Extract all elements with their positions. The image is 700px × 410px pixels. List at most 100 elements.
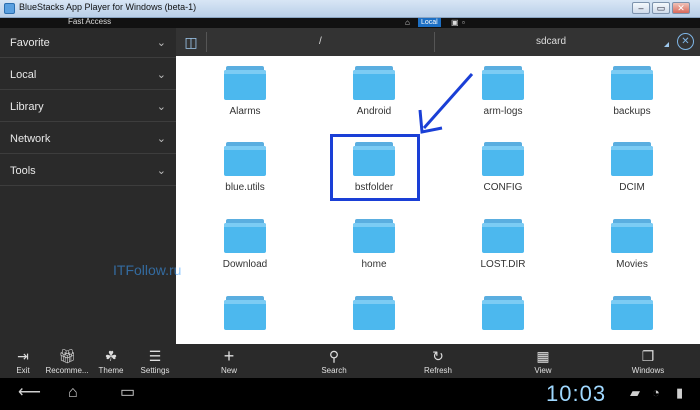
folder-icon (353, 219, 395, 253)
folder-name: Movies (616, 259, 648, 270)
network-status-icon: ▫ (462, 18, 465, 27)
storage-toggle-icon[interactable]: ◫ (182, 33, 200, 51)
folder-item[interactable]: backups (577, 56, 687, 132)
folder-icon (482, 219, 524, 253)
folder-item[interactable]: Download (190, 209, 300, 285)
path-root-segment[interactable]: / (319, 36, 322, 47)
folder-name: backups (613, 106, 651, 117)
folder-item[interactable]: LOST.DIR (448, 209, 558, 285)
sidebar: Favorite ⌄ Local ⌄ Library ⌄ Network ⌄ T… (0, 28, 176, 344)
restore-button[interactable]: ▭ (652, 2, 670, 14)
view-button[interactable]: ▦ View (524, 344, 562, 378)
wifi-icon: ◔ (652, 385, 660, 400)
folder-icon (611, 219, 653, 253)
sidebar-item-local[interactable]: Local ⌄ (0, 60, 176, 90)
fast-access-label: Fast Access (68, 17, 112, 26)
search-button[interactable]: ⚲ Search (314, 344, 354, 378)
battery-icon: ▮ (676, 385, 684, 400)
folder-name: CONFIG (483, 182, 523, 193)
palette-icon: ☘ (104, 348, 118, 364)
folder-icon (482, 142, 524, 176)
home-status-icon: ⌂ (405, 18, 410, 27)
path-bar: ◫ / sdcard ✕ (176, 28, 700, 56)
bluestacks-app-icon (4, 3, 15, 14)
android-status-bar: Fast Access ⌂ Local ▣ ▫ (0, 17, 700, 28)
folder-name: Download (222, 259, 268, 270)
signal-icon: ▰ (630, 385, 640, 400)
path-separator (434, 32, 435, 52)
clock: 10:03 (546, 381, 607, 406)
folder-item[interactable]: blue.utils (190, 132, 300, 208)
folder-icon (482, 66, 524, 100)
folder-item[interactable] (319, 286, 429, 344)
exit-button[interactable]: ⇥ Exit (6, 344, 40, 378)
local-badge: Local (418, 18, 441, 27)
back-icon[interactable]: ⟵ (18, 384, 41, 402)
chevron-down-icon: ⌄ (156, 37, 166, 49)
sdcard-status-icon: ▣ (451, 18, 459, 27)
sliders-icon: ☰ (148, 348, 162, 364)
sidebar-item-label: Network (10, 133, 51, 145)
chevron-down-icon: ⌄ (156, 101, 166, 113)
path-dropdown-corner-icon[interactable] (664, 42, 669, 47)
folder-icon (224, 219, 266, 253)
android-nav-bar: ⟵ ⌂ ▭ 10:03 ▰ ◔ ▮ (0, 378, 700, 410)
bottom-toolbar: ⇥ Exit 🎁︎ Recomme... ☘ Theme ☰ Settings + New… (0, 344, 700, 378)
sidebar-item-library[interactable]: Library ⌄ (0, 92, 176, 122)
gift-icon: 🎁︎ (58, 348, 76, 364)
chevron-down-icon: ⌄ (156, 165, 166, 177)
folder-item[interactable]: Alarms (190, 56, 300, 132)
sidebar-item-tools[interactable]: Tools ⌄ (0, 156, 176, 186)
minimize-button[interactable]: – (632, 2, 650, 14)
path-current-segment[interactable]: sdcard (536, 36, 566, 47)
recommend-button[interactable]: 🎁︎ Recomme... (44, 344, 90, 378)
windows-button[interactable]: ❐ Windows (626, 344, 670, 378)
watermark-text: ITFollow.ru (113, 262, 182, 278)
sidebar-item-label: Local (10, 69, 37, 81)
folder-name: blue.utils (225, 182, 265, 193)
annotation-highlight-box (330, 134, 420, 201)
folder-item[interactable] (577, 286, 687, 344)
theme-button[interactable]: ☘ Theme (94, 344, 128, 378)
folder-item[interactable] (190, 286, 300, 344)
folder-icon (611, 142, 653, 176)
new-button[interactable]: + New (210, 344, 248, 378)
folder-item[interactable] (448, 286, 558, 344)
sidebar-item-label: Favorite (10, 37, 50, 49)
grid-view-icon: ▦ (536, 348, 550, 364)
path-separator (206, 32, 207, 52)
chevron-down-icon: ⌄ (156, 133, 166, 145)
folder-icon (224, 66, 266, 100)
close-path-icon[interactable]: ✕ (677, 33, 694, 50)
folder-icon (611, 66, 653, 100)
folder-icon (353, 66, 395, 100)
folder-item[interactable]: CONFIG (448, 132, 558, 208)
window-titlebar: BlueStacks App Player for Windows (beta-… (0, 0, 700, 18)
close-window-button[interactable]: ✕ (672, 2, 690, 14)
sidebar-item-favorite[interactable]: Favorite ⌄ (0, 28, 176, 58)
sidebar-item-label: Library (10, 101, 44, 113)
sidebar-item-label: Tools (10, 165, 36, 177)
exit-icon: ⇥ (17, 348, 29, 364)
search-icon: ⚲ (328, 348, 340, 364)
settings-button[interactable]: ☰ Settings (136, 344, 174, 378)
folder-name: home (361, 259, 387, 270)
folder-icon (224, 296, 266, 330)
sidebar-item-network[interactable]: Network ⌄ (0, 124, 176, 154)
folder-item[interactable]: DCIM (577, 132, 687, 208)
refresh-icon: ↻ (432, 348, 444, 364)
folder-item[interactable]: Movies (577, 209, 687, 285)
windows-stack-icon: ❐ (641, 348, 655, 364)
folder-name: Alarms (229, 106, 261, 117)
home-icon[interactable]: ⌂ (68, 384, 78, 402)
annotation-arrow-icon (418, 73, 474, 134)
folder-name: LOST.DIR (480, 259, 526, 270)
plus-icon: + (223, 346, 235, 366)
recent-apps-icon[interactable]: ▭ (120, 384, 135, 402)
chevron-down-icon: ⌄ (156, 69, 166, 81)
folder-item[interactable]: home (319, 209, 429, 285)
window-title: BlueStacks App Player for Windows (beta-… (19, 2, 197, 12)
folder-icon (611, 296, 653, 330)
refresh-button[interactable]: ↻ Refresh (418, 344, 458, 378)
folder-icon (224, 142, 266, 176)
